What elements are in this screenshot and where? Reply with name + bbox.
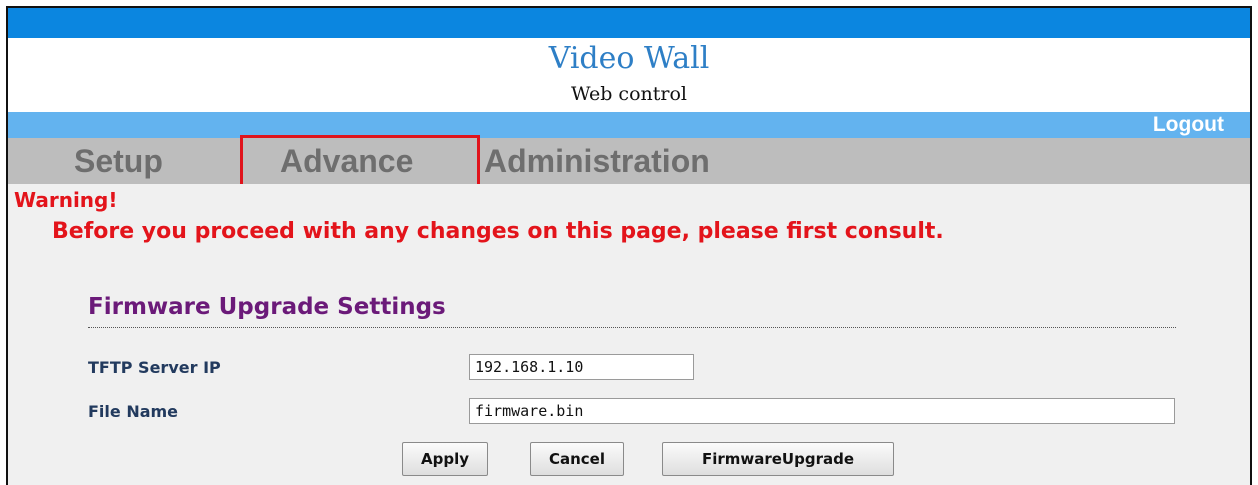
tab-setup[interactable]: Setup [74, 138, 163, 184]
logout-bar: Logout [8, 112, 1250, 138]
selected-tab-highlight [240, 135, 480, 187]
apply-button[interactable]: Apply [402, 442, 488, 476]
main-content: Warning! Before you proceed with any cha… [8, 184, 1250, 485]
logout-link[interactable]: Logout [1153, 112, 1224, 138]
page-frame: Video Wall Web control Logout Setup Adva… [6, 6, 1252, 485]
page-subtitle: Web control [571, 83, 687, 105]
file-name-input[interactable]: firmware.bin [469, 398, 1175, 424]
tftp-server-ip-label: TFTP Server IP [88, 358, 221, 377]
section-divider [88, 327, 1176, 328]
warning-message: Before you proceed with any changes on t… [52, 219, 944, 244]
section-title: Firmware Upgrade Settings [88, 294, 446, 320]
page-title: Video Wall [548, 41, 710, 76]
cancel-button[interactable]: Cancel [530, 442, 624, 476]
firmware-upgrade-button[interactable]: FirmwareUpgrade [662, 442, 894, 476]
tab-bar: Setup Advance Administration [8, 138, 1250, 184]
top-bar [8, 8, 1250, 38]
warning-title: Warning! [14, 188, 118, 212]
file-name-label: File Name [88, 402, 179, 421]
tftp-server-ip-input[interactable]: 192.168.1.10 [469, 354, 694, 380]
tab-administration[interactable]: Administration [484, 138, 710, 184]
